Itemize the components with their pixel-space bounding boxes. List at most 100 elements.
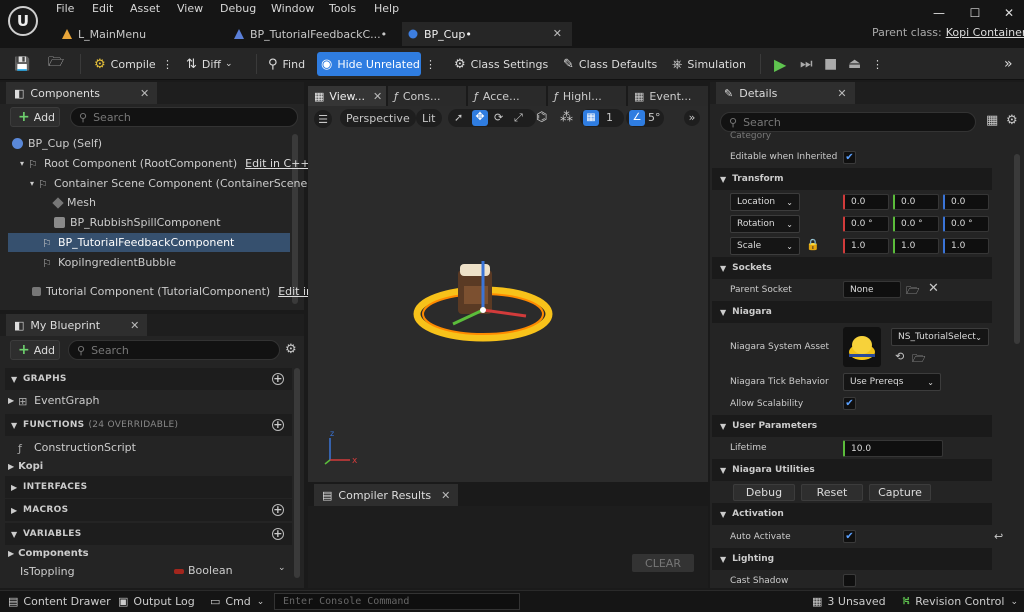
menu-edit[interactable]: Edit — [92, 2, 113, 18]
niagara-thumbnail[interactable] — [843, 327, 881, 367]
browse-socket-icon[interactable]: 🗁 — [906, 282, 920, 301]
grid-snap[interactable]: ▦ 1 — [580, 109, 624, 127]
rotation-x-field[interactable]: 0.0 ° — [843, 216, 889, 232]
hide-unrelated-options-icon[interactable]: ⋮ — [421, 52, 440, 76]
macros-section[interactable]: ▶ MACROS + — [5, 499, 292, 521]
close-icon[interactable]: ✕ — [373, 90, 382, 103]
parent-socket-field[interactable]: None — [843, 281, 901, 298]
tab-event[interactable]: ▦ Event... — [628, 86, 708, 106]
location-z-field[interactable]: 0.0 — [943, 194, 989, 210]
minimize-icon[interactable]: — — [928, 2, 950, 24]
blueprint-scrollbar[interactable] — [294, 368, 300, 578]
edit-in-cpp-link[interactable]: Edit in C++ — [245, 157, 309, 170]
unsaved-button[interactable]: ▦ 3 Unsaved — [812, 593, 886, 610]
play-options-icon[interactable]: ⋮ — [868, 52, 887, 76]
add-function-icon[interactable]: + — [272, 419, 284, 431]
construction-script-item[interactable]: ƒ ConstructionScript — [18, 438, 288, 457]
menu-window[interactable]: Window — [271, 2, 314, 18]
kopi-category[interactable]: ▶ Kopi — [8, 457, 288, 476]
location-y-field[interactable]: 0.0 — [893, 194, 939, 210]
unreal-logo-icon[interactable]: U — [8, 6, 38, 36]
select-icon[interactable]: ➚ — [454, 111, 463, 124]
tree-row-root[interactable]: ▾ ⚐ Root Component (RootComponent) Edit in … — [8, 154, 310, 173]
eject-icon[interactable]: ⏏ — [844, 52, 865, 76]
add-macro-icon[interactable]: + — [272, 504, 284, 516]
niagara-utilities-section[interactable]: ▼ Niagara Utilities — [712, 459, 992, 481]
tree-row-tutorial-feedback[interactable]: ⚐ BP_TutorialFeedbackComponent — [8, 233, 290, 252]
tab-viewport[interactable]: ▦ View... ✕ — [308, 86, 386, 106]
expand-icon[interactable]: » — [684, 110, 700, 126]
cast-shadow-checkbox[interactable] — [843, 574, 856, 587]
menu-file[interactable]: File — [56, 2, 74, 18]
play-icon[interactable]: ▶ — [770, 52, 790, 76]
doc-tab-bp-cup[interactable]: BP_Cup• ✕ — [402, 22, 572, 46]
variable-row[interactable]: IsToppling Boolean ⌄ — [20, 562, 290, 581]
allow-scalability-checkbox[interactable]: ✔ — [843, 397, 856, 410]
lit-button[interactable]: Lit — [416, 109, 442, 127]
add-graph-icon[interactable]: + — [272, 373, 284, 385]
rotation-y-field[interactable]: 0.0 ° — [893, 216, 939, 232]
window-close-icon[interactable]: ✕ — [998, 2, 1020, 24]
content-drawer-button[interactable]: ▤ Content Drawer — [8, 593, 111, 610]
compile-button[interactable]: ⚙ Compile — [90, 52, 160, 76]
close-icon[interactable]: ✕ — [553, 27, 562, 40]
output-log-button[interactable]: ▣ Output Log — [118, 593, 195, 610]
scale-icon[interactable]: ⤢ — [514, 111, 523, 125]
editable-inherited-checkbox[interactable]: ✔ — [843, 151, 856, 164]
console-input[interactable]: Enter Console Command — [274, 593, 520, 610]
tab-construction[interactable]: ƒ Cons... — [388, 86, 466, 106]
gear-icon[interactable]: ⚙ — [1006, 113, 1018, 128]
doc-tab-mainmenu[interactable]: L_MainMenu — [56, 22, 216, 46]
rotation-z-field[interactable]: 0.0 ° — [943, 216, 989, 232]
class-defaults-button[interactable]: ✎ Class Defaults — [559, 52, 661, 76]
tree-row-rubbish-spill[interactable]: BP_RubbishSpillComponent — [8, 213, 290, 232]
components-category[interactable]: ▶ Components — [8, 544, 288, 563]
reset-button[interactable]: Reset — [801, 484, 863, 501]
variables-section[interactable]: ▼ VARIABLES + — [5, 523, 292, 545]
details-search-input[interactable]: ⚲ Search — [720, 112, 976, 132]
find-button[interactable]: ⚲ Find — [264, 52, 309, 76]
angle-snap[interactable]: ∠ 5° — [626, 109, 664, 127]
blueprint-search-input[interactable]: ⚲ Search — [68, 340, 280, 360]
details-scrollbar[interactable] — [1014, 154, 1020, 344]
graphs-section[interactable]: ▼ GRAPHS + — [5, 368, 292, 390]
system-asset-dropdown[interactable]: NS_TutorialSelect ⌄ — [891, 328, 989, 346]
tab-access[interactable]: ƒ Acce... — [468, 86, 546, 106]
functions-section[interactable]: ▼ FUNCTIONS (24 OVERRIDABLE) + — [5, 414, 292, 436]
class-settings-button[interactable]: ⚙ Class Settings — [450, 52, 552, 76]
compiler-results-tab[interactable]: ▤ Compiler Results ✕ — [314, 484, 459, 506]
compile-options-icon[interactable]: ⋮ — [158, 52, 177, 76]
tree-row-kopi-bubble[interactable]: ⚐ KopiIngredientBubble — [8, 253, 290, 272]
niagara-section[interactable]: ▼ Niagara — [712, 301, 992, 323]
details-tab[interactable]: ✎ Details ✕ — [716, 82, 855, 104]
reset-to-default-icon[interactable]: ↩ — [994, 530, 1003, 543]
add-component-button[interactable]: + Add — [10, 107, 60, 127]
user-parameters-section[interactable]: ▼ User Parameters — [712, 415, 992, 437]
location-x-field[interactable]: 0.0 — [843, 194, 889, 210]
close-icon[interactable]: ✕ — [837, 87, 846, 100]
my-blueprint-tab[interactable]: ◧ My Blueprint ✕ — [6, 314, 148, 336]
doc-tab-tutorialfeedback[interactable]: BP_TutorialFeedbackC...• — [228, 22, 394, 46]
tree-row-tutorial-component[interactable]: Tutorial Component (TutorialComponent) Ed… — [8, 282, 313, 301]
sockets-section[interactable]: ▼ Sockets — [712, 257, 992, 279]
cmd-dropdown[interactable]: ▭ Cmd ⌄ — [210, 593, 264, 610]
stop-icon[interactable]: ■ — [820, 52, 841, 76]
perspective-button[interactable]: Perspective — [340, 109, 416, 127]
lighting-section[interactable]: ▼ Lighting — [712, 548, 992, 570]
diff-button[interactable]: ⇅ Diff ⌄ — [182, 52, 237, 76]
event-graph-item[interactable]: ▶ ⊞ EventGraph — [8, 391, 288, 410]
capture-button[interactable]: Capture — [869, 484, 931, 501]
translate-icon[interactable]: ✥ — [472, 110, 488, 126]
scale-z-field[interactable]: 1.0 — [943, 238, 989, 254]
property-matrix-icon[interactable]: ▦ — [986, 113, 998, 128]
lifetime-field[interactable]: 10.0 — [843, 440, 943, 457]
cup-preview[interactable] — [408, 256, 558, 346]
world-local-icon[interactable]: ⌬ — [536, 110, 547, 125]
auto-activate-checkbox[interactable]: ✔ — [843, 530, 856, 543]
tree-row-self[interactable]: BP_Cup (Self) — [8, 134, 290, 153]
browse-asset-icon[interactable]: 🗁 — [912, 350, 926, 369]
use-selected-icon[interactable]: ⟲ — [895, 350, 904, 363]
components-search-input[interactable]: ⚲ Search — [70, 107, 298, 127]
surface-snap-icon[interactable]: ⁂ — [560, 110, 573, 125]
menu-debug[interactable]: Debug — [220, 2, 256, 18]
